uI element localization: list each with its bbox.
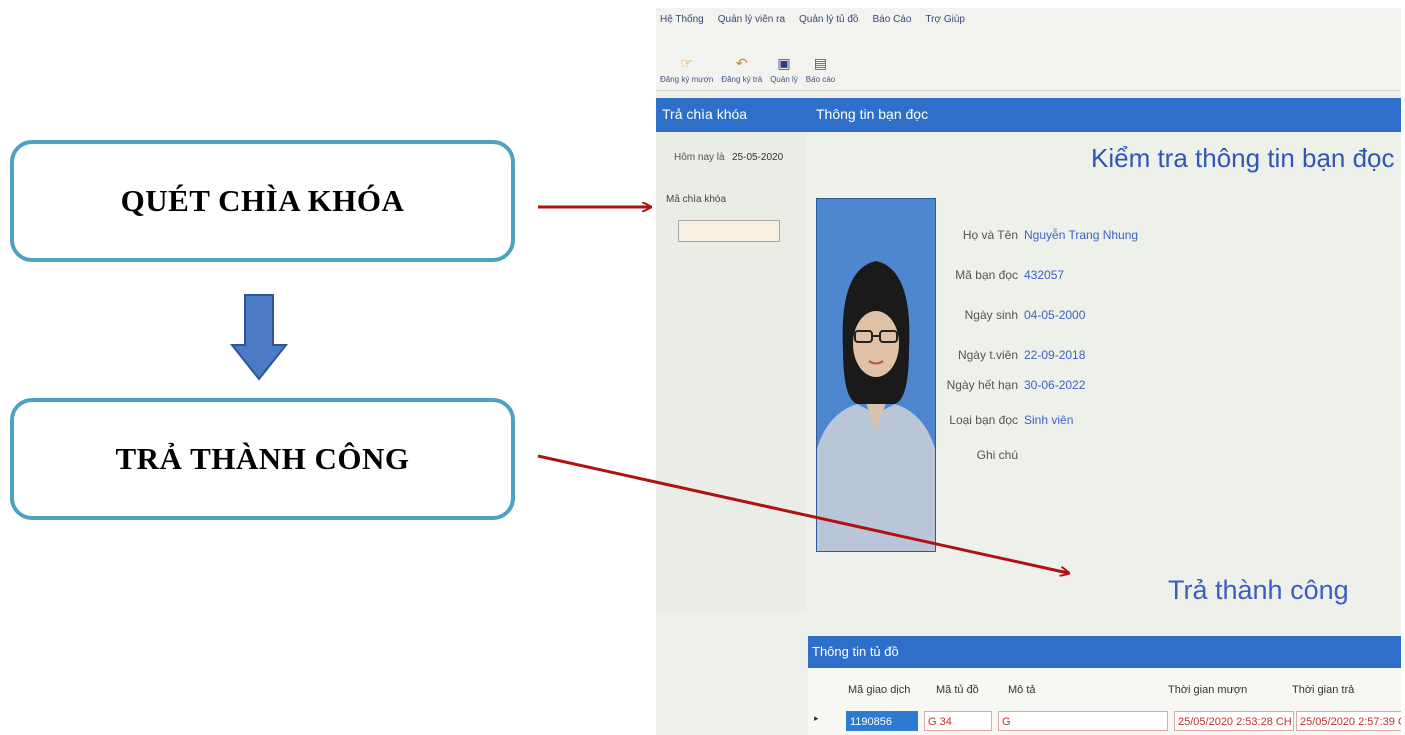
check-info-title: Kiểm tra thông tin bạn đọc bbox=[1091, 143, 1395, 173]
column-header[interactable]: Mã giao dịch bbox=[848, 684, 910, 696]
field-label: Họ và Tên bbox=[962, 228, 1018, 242]
left-panel: Hôm nay là 25-05-2020 Mã chìa khóa bbox=[656, 132, 806, 612]
today-label: Hôm nay là bbox=[674, 152, 725, 163]
reader-photo bbox=[816, 198, 936, 552]
field-label: Ghi chú bbox=[976, 448, 1018, 462]
flow-step-1-label: QUÉT CHÌA KHÓA bbox=[120, 183, 405, 218]
column-header[interactable]: Thời gian mượn bbox=[1168, 684, 1247, 696]
left-panel-title: Trả chìa khóa bbox=[662, 106, 748, 122]
toolbar-borrow-button[interactable]: ☞ Đăng ký mượn bbox=[660, 55, 713, 90]
flow-box-scan-key: QUÉT CHÌA KHÓA bbox=[10, 140, 515, 262]
column-header[interactable]: Thời gian trả bbox=[1292, 684, 1354, 696]
table-cell[interactable]: G 34 bbox=[924, 711, 992, 731]
header-band: Trả chìa khóa Thông tin bạn đọc bbox=[656, 98, 1401, 132]
hand-icon: ☞ bbox=[680, 55, 693, 71]
field-label: Ngày t.viên bbox=[957, 348, 1018, 362]
field-label: Ngày hết hạn bbox=[946, 378, 1018, 392]
flow-step-2-label: TRẢ THÀNH CÔNG bbox=[115, 441, 410, 476]
app-screenshot: Hệ Thống Quản lý viên ra Quản lý tủ đồ B… bbox=[656, 8, 1401, 735]
key-code-input[interactable] bbox=[678, 220, 780, 242]
field-label: Loại bạn đọc bbox=[949, 413, 1018, 427]
flow-box-return-success: TRẢ THÀNH CÔNG bbox=[10, 398, 515, 520]
field-value: 432057 bbox=[1024, 268, 1065, 282]
table-cell[interactable]: 25/05/2020 2:53:28 CH bbox=[1174, 711, 1294, 731]
table-cell[interactable]: 25/05/2020 2:57:39 CH bbox=[1296, 711, 1401, 731]
field-value: 22-09-2018 bbox=[1024, 348, 1086, 362]
table-cell[interactable]: G bbox=[998, 711, 1168, 731]
menu-item-reports[interactable]: Báo Cáo bbox=[873, 14, 912, 25]
menu-item-help[interactable]: Trợ Giúp bbox=[925, 14, 965, 25]
main-panel-title: Thông tin bạn đọc bbox=[816, 106, 929, 122]
toolbar-manage-button[interactable]: ▣ Quản lý bbox=[770, 55, 798, 90]
locker-info-title: Thông tin tủ đồ bbox=[812, 644, 899, 659]
menu-item-manage-users[interactable]: Quản lý viên ra bbox=[718, 14, 785, 25]
field-value: Sinh viên bbox=[1024, 413, 1074, 427]
portrait-image bbox=[817, 199, 935, 551]
table-row[interactable]: ▸ 1190856 G 34 G 25/05/2020 2:53:28 CH 2… bbox=[814, 711, 1401, 731]
key-code-label: Mã chìa khóa bbox=[666, 194, 727, 205]
field-label: Ngày sinh bbox=[964, 308, 1018, 322]
column-header[interactable]: Mã tủ đồ bbox=[936, 684, 979, 696]
table-cell[interactable]: 1190856 bbox=[846, 711, 918, 731]
locker-info-band: Thông tin tủ đồ bbox=[808, 636, 1401, 668]
row-selector-icon: ▸ bbox=[814, 713, 819, 723]
toolbar: ☞ Đăng ký mượn ↶ Đăng ký trả ▣ Quản lý ▤… bbox=[656, 30, 1401, 91]
today-date: 25-05-2020 bbox=[732, 152, 784, 163]
save-icon: ▣ bbox=[777, 55, 791, 71]
menu-bar: Hệ Thống Quản lý viên ra Quản lý tủ đồ B… bbox=[656, 8, 1401, 30]
toolbar-report-button[interactable]: ▤ Báo cáo bbox=[806, 55, 835, 90]
success-message: Trả thành công bbox=[1168, 575, 1349, 605]
return-arrow-icon: ↶ bbox=[735, 55, 748, 71]
menu-item-manage-lockers[interactable]: Quản lý tủ đồ bbox=[799, 14, 858, 25]
menu-item-system[interactable]: Hệ Thống bbox=[660, 14, 704, 25]
report-icon: ▤ bbox=[813, 55, 828, 71]
toolbar-return-button[interactable]: ↶ Đăng ký trả bbox=[721, 55, 762, 90]
field-label: Mã bạn đọc bbox=[955, 268, 1018, 282]
field-value: 04-05-2000 bbox=[1024, 308, 1086, 322]
down-arrow-icon bbox=[229, 294, 289, 381]
field-value: 30-06-2022 bbox=[1024, 378, 1086, 392]
field-value: Nguyễn Trang Nhung bbox=[1024, 228, 1139, 242]
locker-table: Mã giao dịch Mã tủ đồ Mô tả Thời gian mư… bbox=[808, 668, 1401, 735]
column-header[interactable]: Mô tả bbox=[1008, 684, 1036, 696]
